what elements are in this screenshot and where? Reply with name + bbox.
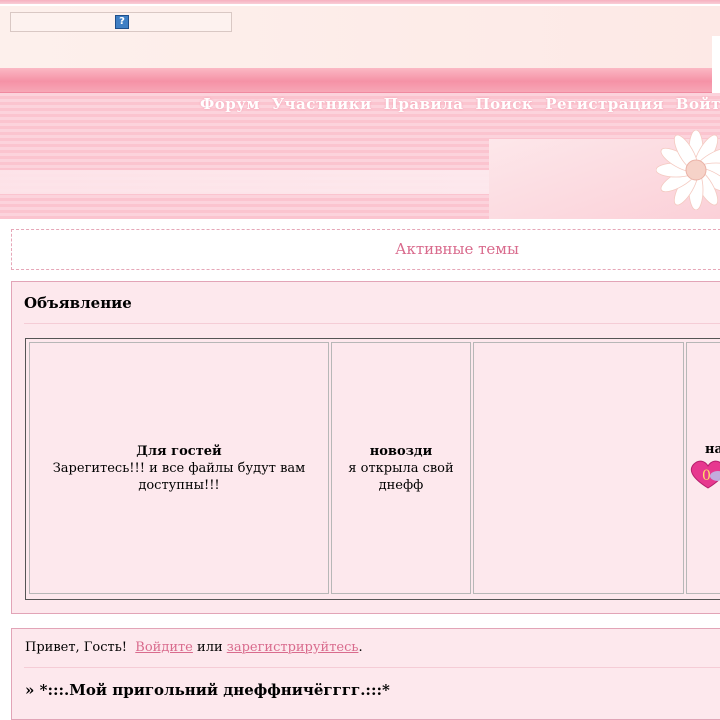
daisy-flower-icon [656, 130, 720, 210]
active-topics-link[interactable]: Активные темы [0, 240, 720, 258]
cell-text: Зарегитесь!!! и все файлы будут вам дост… [52, 460, 306, 493]
cell-heading: Для гостей [136, 443, 222, 459]
nav-rules[interactable]: Правила [384, 95, 464, 113]
forum-title: » *:::.Мой пригольний днеффничёгггг.:::* [25, 681, 390, 699]
period: . [358, 640, 363, 655]
cell-text: я открыла свой днефф [348, 460, 454, 493]
cell-heading: новозди [369, 443, 433, 459]
or-text: или [197, 640, 223, 655]
divider [24, 323, 720, 324]
heart-counter-icon: 0 [690, 460, 720, 489]
main-nav: Форум Участники Правила Поиск Регистрация Вой… [200, 95, 720, 113]
login-link[interactable]: Войдите [135, 640, 193, 655]
announcement-cell-guests: Для гостей Зарегитесь!!! и все файлы буд… [29, 342, 329, 594]
divider [24, 667, 720, 668]
greeting: Привет, Гость! [25, 640, 128, 655]
nav-members[interactable]: Участники [272, 95, 372, 113]
nav-login[interactable]: Войти [676, 95, 720, 113]
announcement-cell-empty [473, 342, 684, 594]
heart-count: 0 [702, 468, 711, 484]
register-link[interactable]: зарегистрируйтесь [227, 640, 359, 655]
header-right-edge [712, 36, 720, 96]
announcement-title: Объявление [24, 294, 132, 312]
header-pink-bar [0, 68, 712, 93]
banner-swoosh [0, 170, 489, 194]
nav-forum[interactable]: Форум [200, 95, 260, 113]
announcement-cell-news: новозди я открыла свой днефф [331, 342, 471, 594]
nav-search[interactable]: Поиск [475, 95, 533, 113]
welcome-text: Привет, Гость! Войдите или зарегистрируй… [25, 640, 363, 655]
header-line [0, 4, 720, 6]
cell-heading: на [705, 442, 720, 457]
help-icon[interactable]: ? [115, 15, 129, 29]
nav-register[interactable]: Регистрация [545, 95, 664, 113]
